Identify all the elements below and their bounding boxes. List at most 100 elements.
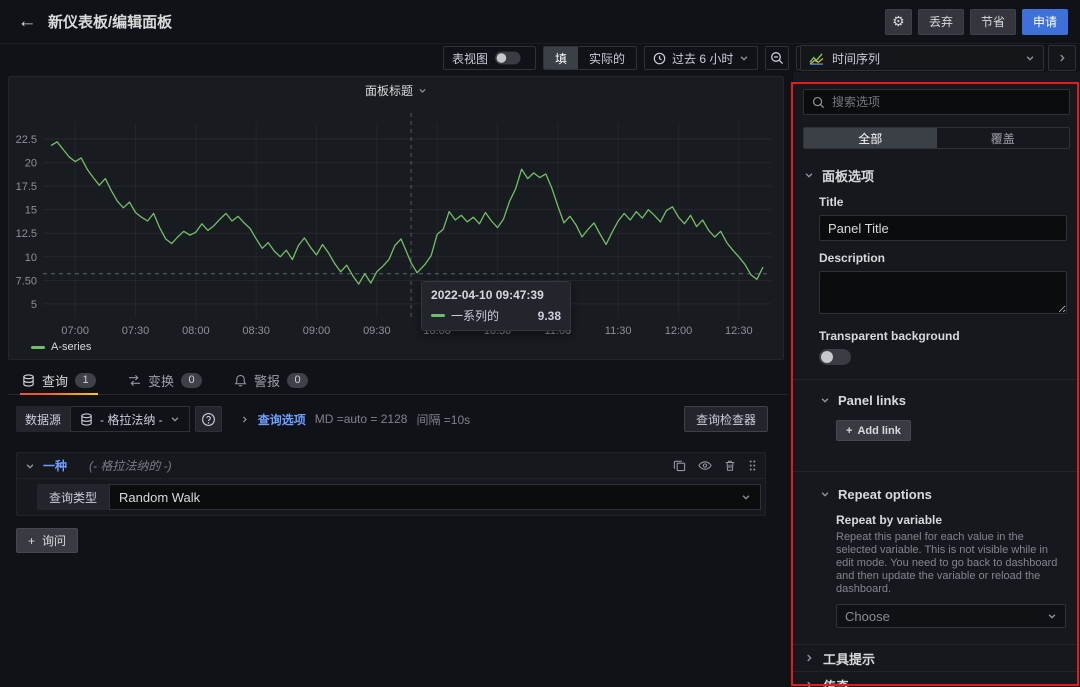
section-legend[interactable]: 传奇 [793, 671, 1080, 687]
timeseries-viz-icon [809, 52, 824, 65]
tab-alert[interactable]: 警报 0 [232, 366, 310, 394]
tab-query-label: 查询 [42, 371, 68, 390]
back-button[interactable]: ← [12, 7, 42, 37]
add-query-button[interactable]: + 询问 [16, 528, 78, 553]
hide-query-button[interactable] [698, 459, 712, 472]
svg-text:09:00: 09:00 [303, 325, 331, 337]
page-title: 新仪表板/编辑面板 [48, 11, 172, 32]
add-link-label: Add link [857, 425, 900, 437]
query-type-select[interactable]: Random Walk [109, 484, 761, 510]
back-arrow-icon: ← [18, 11, 37, 33]
tooltip-timestamp: 2022-04-10 09:47:39 [431, 288, 561, 302]
visualization-picker[interactable]: 时间序列 [800, 45, 1044, 71]
plus-icon: + [846, 425, 852, 437]
repeat-variable-select[interactable]: Choose [836, 604, 1066, 628]
section-tooltip[interactable]: 工具提示 [793, 644, 1080, 671]
datasource-help-button[interactable] [195, 406, 222, 432]
panel-title: 面板标题 [365, 82, 413, 99]
datasource-value: - 格拉法纳 - [100, 411, 163, 428]
timeseries-chart[interactable]: 07:0007:3008:0008:3009:0009:3010:0010:30… [9, 101, 785, 339]
tab-transform-label: 变换 [148, 371, 174, 390]
duplicate-query-button[interactable] [673, 459, 686, 472]
transparent-background-toggle[interactable] [819, 349, 851, 365]
panel-toolbar: 表视图 填 实际的 过去 6 小时 [443, 46, 820, 70]
svg-text:7.50: 7.50 [16, 275, 37, 287]
chevron-down-icon [170, 414, 180, 424]
repeat-variable-placeholder: Choose [845, 609, 890, 624]
repeat-by-variable-label: Repeat by variable [836, 513, 1066, 527]
options-search[interactable] [803, 89, 1070, 115]
legend-item-a-series[interactable]: A-series [31, 341, 91, 353]
chevron-right-icon [1057, 53, 1067, 63]
chevron-right-icon [804, 680, 814, 687]
save-button[interactable]: 节省 [970, 9, 1016, 35]
table-view-toggle-group: 表视图 [443, 46, 536, 70]
panel-title-menu[interactable]: 面板标题 [9, 77, 783, 103]
add-query-label: 询问 [42, 532, 66, 549]
tab-alert-label: 警报 [254, 371, 280, 390]
apply-button[interactable]: 申请 [1022, 9, 1068, 35]
panel-preview: 面板标题 07:0007:3008:0008:3009:0009:3010:00… [8, 76, 784, 360]
chart-tooltip: 2022-04-10 09:47:39 一系列的 9.38 [421, 281, 571, 331]
collapse-options-button[interactable] [1048, 45, 1076, 71]
fill-actual-segment: 填 实际的 [543, 46, 637, 70]
discard-button[interactable]: 丢弃 [918, 9, 964, 35]
tab-all-options[interactable]: 全部 [804, 128, 937, 148]
svg-text:08:30: 08:30 [242, 325, 270, 337]
chevron-right-icon [240, 415, 249, 424]
options-pane-tabs: 全部 覆盖 [803, 127, 1070, 149]
tab-query[interactable]: 查询 1 [20, 366, 98, 394]
svg-text:20: 20 [25, 158, 37, 170]
svg-text:12:30: 12:30 [725, 325, 753, 337]
datasource-picker[interactable]: - 格拉法纳 - [70, 406, 190, 432]
database-icon [80, 413, 93, 426]
search-icon [812, 96, 825, 109]
panel-title-input[interactable] [819, 215, 1067, 241]
add-link-button[interactable]: + Add link [836, 420, 911, 441]
svg-text:22.5: 22.5 [16, 134, 37, 146]
query-options-link[interactable]: 查询选项 [258, 411, 306, 428]
help-icon [201, 412, 216, 427]
svg-text:17.5: 17.5 [16, 181, 37, 193]
tab-overrides[interactable]: 覆盖 [937, 128, 1070, 148]
table-view-toggle[interactable] [495, 52, 521, 65]
tooltip-value: 9.38 [538, 309, 561, 323]
series-color-swatch [31, 346, 45, 349]
legend-label: A-series [51, 341, 91, 353]
description-field-label: Description [819, 251, 1067, 265]
section-tooltip-label: 工具提示 [823, 649, 875, 668]
table-view-label: 表视图 [452, 50, 488, 67]
chevron-down-icon [739, 53, 749, 63]
bell-icon [234, 374, 247, 387]
chevron-down-icon [820, 489, 830, 499]
options-search-input[interactable] [832, 95, 1061, 109]
description-textarea[interactable] [819, 271, 1067, 314]
query-refid[interactable]: 一种 [43, 457, 67, 474]
delete-query-button[interactable] [724, 459, 736, 472]
section-panel-options[interactable]: 面板选项 [793, 165, 1080, 185]
query-type-value: Random Walk [119, 490, 200, 505]
datasource-row: 数据源 - 格拉法纳 - 查询选项 MD =auto = 2128 间隔 =10… [16, 406, 768, 432]
tooltip-series-name: 一系列的 [451, 307, 499, 324]
drag-handle-icon[interactable] [748, 459, 757, 472]
svg-text:5: 5 [31, 299, 37, 311]
svg-text:09:30: 09:30 [363, 325, 391, 337]
time-range-label: 过去 6 小时 [672, 50, 733, 67]
gear-icon: ⚙ [892, 13, 905, 30]
settings-button[interactable]: ⚙ [885, 9, 912, 35]
query-inspector-button[interactable]: 查询检查器 [684, 406, 768, 432]
query-card-header[interactable]: 一种 (- 格拉法纳的 -) [17, 453, 765, 479]
fill-option[interactable]: 填 [544, 47, 578, 69]
datasource-label: 数据源 [16, 406, 70, 432]
section-repeat-options[interactable]: Repeat options [793, 484, 1080, 504]
repeat-description: Repeat this panel for each value in the … [836, 531, 1066, 596]
plus-icon: + [28, 534, 35, 548]
time-range-picker[interactable]: 过去 6 小时 [644, 46, 758, 70]
zoom-out-button[interactable] [765, 46, 789, 70]
actual-option[interactable]: 实际的 [578, 47, 636, 69]
svg-text:12.5: 12.5 [16, 228, 37, 240]
tab-transform[interactable]: 变换 0 [126, 366, 204, 394]
visualization-label: 时间序列 [832, 50, 880, 67]
section-panel-links[interactable]: Panel links [793, 390, 1080, 410]
tab-query-badge: 1 [75, 373, 96, 388]
